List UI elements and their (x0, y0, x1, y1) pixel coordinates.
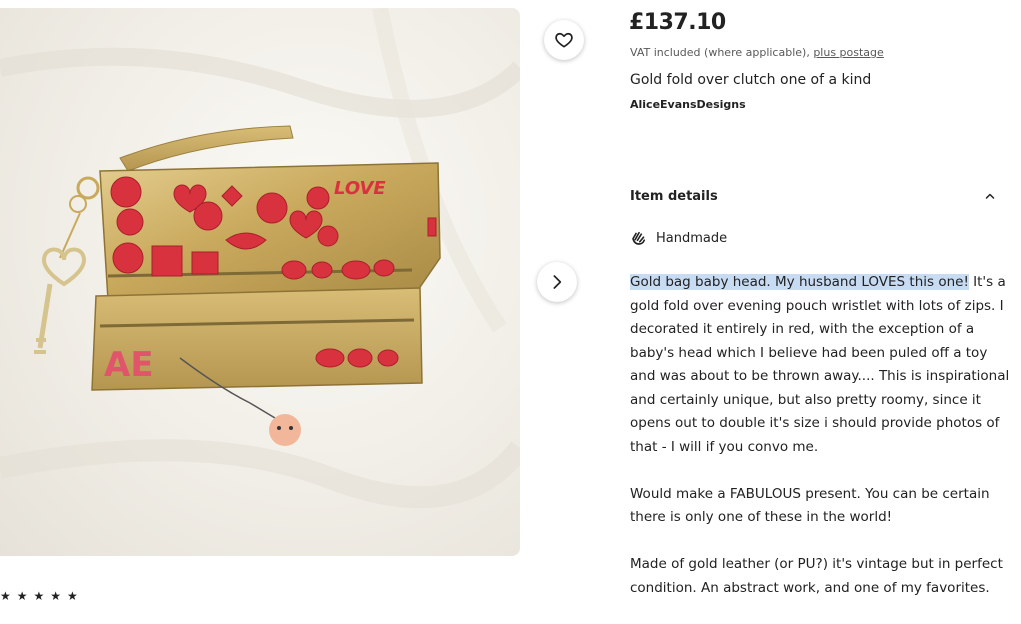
description-paragraph: Made of gold leather (or PU?) it's vinta… (630, 556, 1003, 596)
shop-name-link[interactable]: AliceEvansDesigns (630, 98, 746, 111)
listing-title: Gold fold over clutch one of a kind (630, 72, 872, 88)
price: £137.10 (629, 10, 726, 35)
postage-link[interactable]: plus postage (813, 46, 884, 59)
clutch-bag-image: LOVE AE (0, 8, 520, 509)
item-description: Gold bag baby head. My husband LOVES thi… (630, 271, 1010, 624)
svg-text:AE: AE (104, 345, 154, 385)
product-photo[interactable]: LOVE AE (0, 8, 520, 556)
item-details-toggle[interactable]: Item details (630, 186, 1000, 206)
next-image-button[interactable] (537, 262, 577, 302)
handmade-attribute: Handmade (630, 229, 727, 247)
description-text: It's a gold fold over evening pouch wris… (630, 274, 1010, 455)
hand-icon (632, 231, 646, 245)
vat-notice: VAT included (where applicable), plus po… (630, 46, 884, 59)
review-stars: ★★★★★ (0, 589, 84, 603)
favorite-button[interactable] (544, 20, 584, 60)
chevron-right-icon (553, 275, 562, 289)
item-details-heading: Item details (630, 188, 718, 204)
description-paragraph: Gold bag baby head. My husband LOVES thi… (630, 271, 1010, 459)
highlighted-text: Gold bag baby head. My husband LOVES thi… (630, 274, 969, 290)
chevron-up-icon (985, 193, 995, 199)
handmade-label: Handmade (656, 230, 728, 246)
heart-icon (555, 32, 573, 48)
description-paragraph: Would make a FABULOUS present. You can b… (630, 485, 990, 526)
svg-text:LOVE: LOVE (334, 178, 386, 199)
vat-text: VAT included (where applicable), (630, 46, 814, 59)
